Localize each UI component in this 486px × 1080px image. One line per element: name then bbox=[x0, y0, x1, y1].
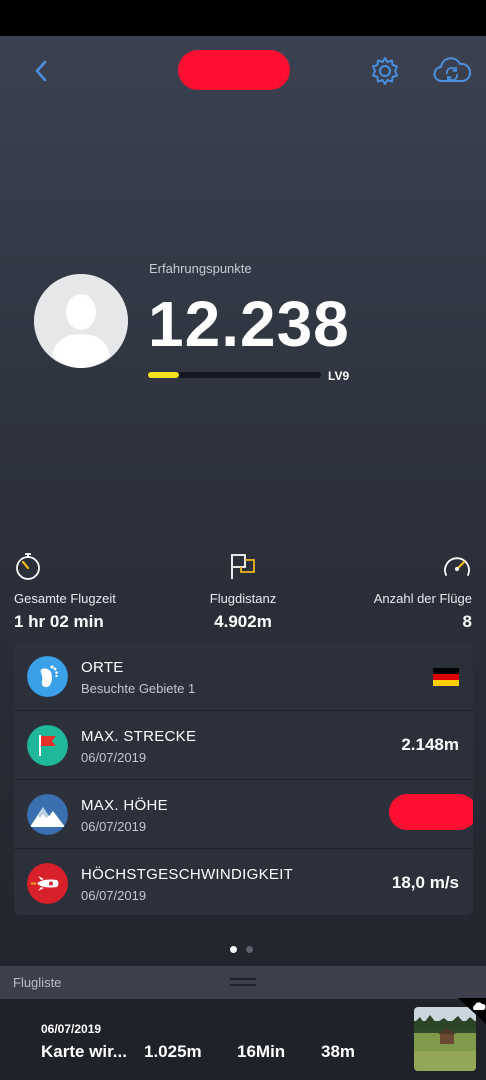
stat-value: 1 hr 02 min bbox=[14, 612, 104, 631]
stat-flight-count: Anzahl der Flüge 8 bbox=[312, 551, 472, 632]
stat-flight-distance: Flugdistanz 4.902m bbox=[163, 551, 323, 632]
record-subtitle: 06/07/2019 bbox=[81, 750, 147, 765]
record-row-max-distance[interactable]: MAX. STRECKE 06/07/2019 2.148m bbox=[14, 711, 473, 780]
flag-icon bbox=[27, 725, 68, 766]
page-dot-active[interactable] bbox=[230, 946, 237, 953]
cloud-sync-icon bbox=[433, 57, 472, 82]
flight-distance: 1.025m bbox=[144, 1042, 202, 1061]
cloud-badge-icon bbox=[458, 998, 486, 1024]
flight-name: Karte wir... bbox=[41, 1042, 127, 1061]
record-value: 18,0 m/s bbox=[391, 873, 459, 892]
record-row-max-height[interactable]: MAX. HÖHE 06/07/2019 bbox=[14, 780, 473, 849]
flag-icon bbox=[231, 554, 255, 579]
profile-screen: Erfahrungspunkte 12.238 LV9 Gesamte Flug… bbox=[0, 36, 486, 966]
record-subtitle: 06/07/2019 bbox=[81, 888, 147, 903]
level-progress-bar bbox=[148, 372, 321, 378]
redacted-value bbox=[389, 794, 473, 830]
record-title: MAX. HÖHE bbox=[81, 797, 168, 814]
user-placeholder-icon bbox=[34, 274, 128, 368]
status-bar bbox=[0, 0, 486, 36]
flight-list-title: Flugliste bbox=[13, 975, 62, 990]
xp-label: Erfahrungspunkte bbox=[149, 261, 252, 276]
flight-date: 06/07/2019 bbox=[41, 1022, 102, 1036]
footprint-icon bbox=[27, 656, 68, 697]
top-nav bbox=[0, 36, 486, 106]
flight-duration: 16Min bbox=[237, 1042, 286, 1061]
mountain-icon bbox=[27, 794, 68, 835]
chevron-left-icon bbox=[35, 60, 47, 82]
stat-label: Gesamte Flugzeit bbox=[14, 591, 116, 606]
record-subtitle: 06/07/2019 bbox=[81, 819, 147, 834]
xp-value: 12.238 bbox=[148, 288, 350, 360]
germany-flag-icon bbox=[433, 668, 459, 686]
flight-altitude: 38m bbox=[321, 1042, 356, 1061]
record-row-places[interactable]: ORTE Besuchte Gebiete 1 bbox=[14, 642, 473, 711]
record-subtitle: Besuchte Gebiete 1 bbox=[81, 681, 196, 696]
drag-handle[interactable] bbox=[230, 978, 256, 986]
page-dot[interactable] bbox=[246, 946, 253, 953]
records-card: ORTE Besuchte Gebiete 1 MAX. STRECKE 06/… bbox=[14, 642, 473, 915]
redacted-username bbox=[178, 50, 290, 90]
record-title: ORTE bbox=[81, 659, 124, 676]
level-label: LV9 bbox=[328, 369, 350, 383]
avatar[interactable] bbox=[34, 274, 128, 368]
rocket-icon bbox=[27, 863, 68, 904]
record-title: MAX. STRECKE bbox=[81, 728, 197, 745]
flight-list-item[interactable]: 06/07/2019 Karte wir... 1.025m 16Min 38m bbox=[0, 999, 486, 1080]
stat-value: 4.902m bbox=[214, 612, 272, 631]
stat-value: 8 bbox=[462, 612, 472, 631]
stat-label: Anzahl der Flüge bbox=[373, 591, 472, 606]
back-button[interactable] bbox=[24, 54, 58, 88]
settings-button[interactable] bbox=[368, 54, 402, 88]
record-title: HÖCHSTGESCHWINDIGKEIT bbox=[81, 866, 294, 883]
stat-label: Flugdistanz bbox=[209, 591, 277, 606]
record-value: 2.148m bbox=[401, 735, 459, 754]
cloud-sync-button[interactable] bbox=[432, 54, 472, 88]
page-indicator bbox=[230, 946, 253, 953]
flight-list-header[interactable]: Flugliste bbox=[0, 966, 486, 999]
stat-flight-time: Gesamte Flugzeit 1 hr 02 min bbox=[14, 551, 174, 632]
stopwatch-icon bbox=[16, 553, 40, 580]
gear-icon bbox=[372, 57, 398, 85]
speedometer-icon bbox=[444, 557, 470, 576]
record-row-max-speed[interactable]: HÖCHSTGESCHWINDIGKEIT 06/07/2019 18,0 m/… bbox=[14, 849, 473, 915]
level-progress-fill bbox=[148, 372, 180, 378]
